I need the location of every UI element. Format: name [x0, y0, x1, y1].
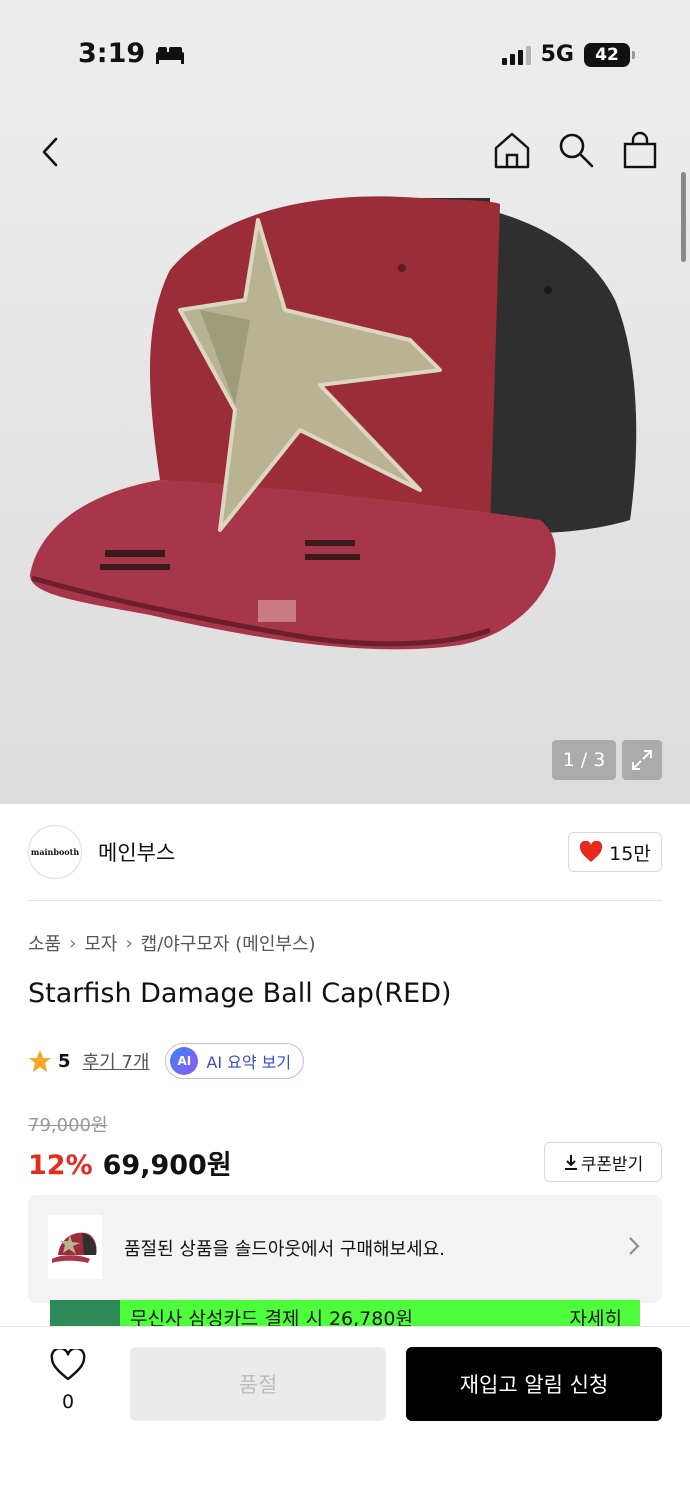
review-link[interactable]: 후기 7개 — [83, 1048, 150, 1074]
chevron-right-icon: › — [69, 932, 77, 954]
soldout-notice-text: 품절된 상품을 솔드아웃에서 구매해보세요. — [124, 1239, 445, 1260]
status-right: 5G 42 — [501, 42, 635, 67]
brand-name[interactable]: 메인부스 — [98, 837, 175, 867]
bottom-action-bar: 0 품절 재입고 알림 신청 — [0, 1326, 690, 1500]
card-image — [50, 1300, 120, 1326]
soldout-notice[interactable]: 품절된 상품을 솔드아웃에서 구매해보세요. — [28, 1195, 662, 1303]
chevron-right-icon — [629, 1237, 640, 1255]
wishlist-count: 0 — [61, 1391, 75, 1413]
image-counter: 1 / 3 — [552, 740, 616, 780]
home-button[interactable] — [492, 128, 532, 172]
product-image-gallery[interactable]: 1 / 3 — [0, 110, 690, 804]
breadcrumb-item[interactable]: 소품 — [28, 930, 61, 956]
battery-level: 42 — [595, 44, 619, 65]
original-price: 79,000원 — [28, 1115, 108, 1136]
brand-logo[interactable]: mainbooth — [28, 825, 82, 879]
ai-summary-button[interactable]: AI AI 요약 보기 — [165, 1043, 305, 1079]
signal-icon — [501, 45, 531, 65]
coupon-label: 쿠폰받기 — [580, 1154, 644, 1175]
divider — [28, 900, 662, 901]
soldout-button: 품절 — [130, 1347, 386, 1421]
heart-filled-icon — [580, 841, 603, 862]
search-icon — [559, 133, 594, 168]
chevron-right-icon: › — [125, 932, 133, 954]
card-detail-link[interactable]: 자세히 — [570, 1304, 622, 1326]
status-time-text: 3:19 — [78, 38, 146, 69]
chevron-left-icon — [42, 137, 58, 167]
status-time: 3:19 — [78, 38, 185, 69]
rating-score: 5 — [58, 1050, 71, 1072]
rating-row: 5 후기 7개 AI AI 요약 보기 — [28, 1042, 305, 1080]
breadcrumb-item[interactable]: 모자 — [84, 930, 117, 956]
expand-icon — [632, 750, 652, 770]
brand-like-count: 15만 — [609, 842, 651, 865]
breadcrumb: 소품 › 모자 › 캡/야구모자 (메인부스) — [28, 930, 316, 956]
shopping-bag-icon — [623, 131, 657, 169]
coupon-button[interactable]: 쿠폰받기 — [544, 1142, 662, 1182]
cap-thumbnail-image — [52, 1232, 97, 1263]
sleep-bed-icon — [156, 46, 185, 64]
home-icon — [494, 132, 530, 169]
cart-button[interactable] — [620, 128, 660, 172]
card-promo-banner[interactable]: 무신사 삼성카드 결제 시 26,780원 자세히 — [50, 1300, 640, 1326]
status-bar: 3:19 5G 42 — [0, 0, 690, 110]
battery-icon: 42 — [584, 42, 635, 67]
header-actions — [492, 128, 660, 172]
brand-row[interactable]: mainbooth 메인부스 15만 — [28, 824, 662, 880]
wishlist-button[interactable]: 0 — [48, 1347, 88, 1413]
card-promo-text: 무신사 삼성카드 결제 시 26,780원 — [130, 1308, 413, 1326]
back-button[interactable] — [30, 130, 70, 174]
search-button[interactable] — [556, 128, 596, 172]
product-photo-cap — [30, 196, 637, 650]
network-type: 5G — [540, 42, 574, 67]
price-row: 12% 69,900원 — [28, 1143, 232, 1182]
ai-icon: AI — [170, 1047, 199, 1075]
star-icon — [29, 1050, 51, 1072]
ai-summary-label: AI 요약 보기 — [206, 1053, 292, 1072]
expand-image-button[interactable] — [622, 740, 662, 780]
brand-logo-text: mainbooth — [30, 847, 80, 857]
product-title: Starfish Damage Ball Cap(RED) — [28, 978, 452, 1009]
soldout-thumbnail — [48, 1215, 102, 1279]
sale-price: 69,900원 — [102, 1150, 232, 1181]
discount-rate: 12% — [28, 1150, 93, 1181]
scrollbar[interactable] — [681, 172, 686, 262]
brand-like-button[interactable]: 15만 — [568, 832, 662, 872]
restock-alert-button[interactable]: 재입고 알림 신청 — [406, 1347, 662, 1421]
download-icon — [564, 1155, 577, 1170]
heart-outline-icon — [50, 1347, 86, 1381]
breadcrumb-item[interactable]: 캡/야구모자 (메인부스) — [141, 930, 316, 956]
